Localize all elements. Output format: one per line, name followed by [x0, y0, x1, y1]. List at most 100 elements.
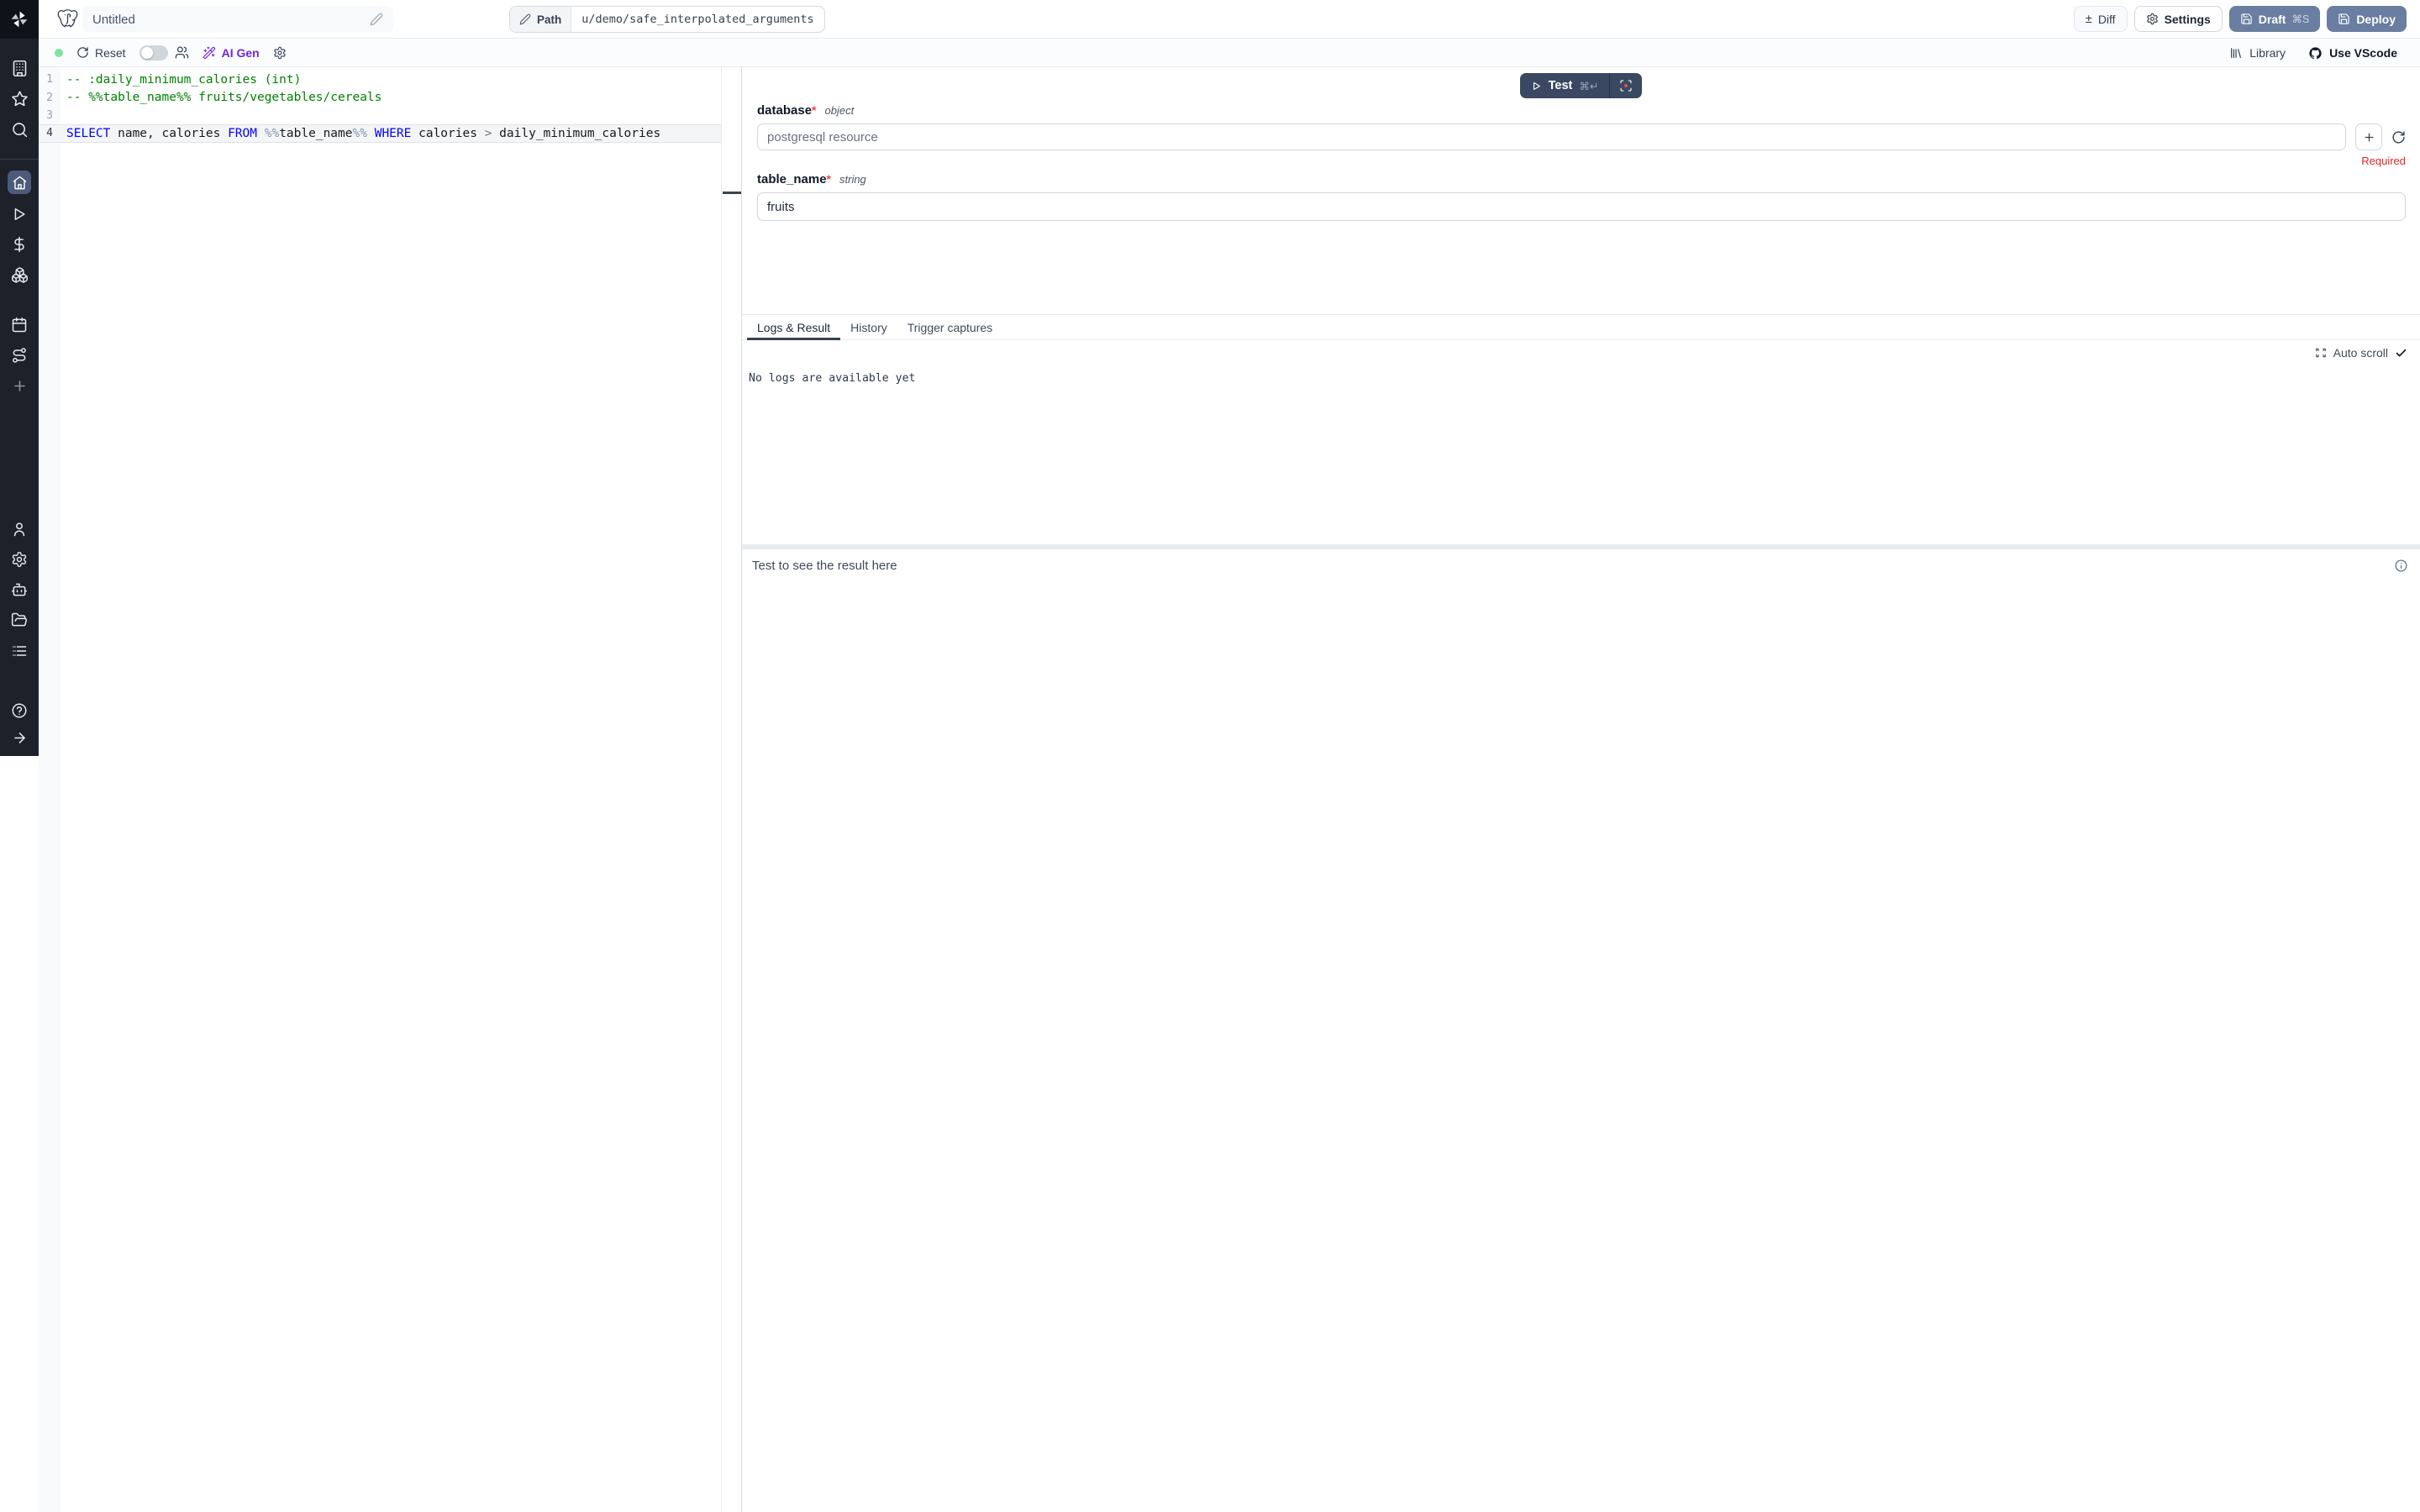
- sidebar: [0, 0, 39, 756]
- topbar: Untitled Path u/demo/safe_interpolated_a…: [39, 0, 2420, 39]
- reset-button[interactable]: Reset: [76, 46, 126, 60]
- arguments-form: database* object Required table_name* st…: [757, 103, 2406, 221]
- settings-button[interactable]: Settings: [2134, 6, 2223, 32]
- editor-overview-ruler[interactable]: [721, 67, 741, 1512]
- required-asterisk: *: [827, 172, 831, 186]
- windmill-logo[interactable]: [0, 0, 39, 39]
- line-number: 1: [39, 73, 60, 86]
- auto-scroll-label: Auto scroll: [2333, 346, 2388, 360]
- windmill-logo-icon: [9, 9, 29, 29]
- help-icon: [11, 702, 28, 719]
- expand-logs-button[interactable]: [2315, 347, 2327, 359]
- sidebar-collapse-toggle[interactable]: [0, 727, 39, 748]
- building-icon: [11, 60, 29, 77]
- refresh-icon: [76, 46, 89, 59]
- result-placeholder-text: Test to see the result here: [752, 559, 897, 573]
- library-icon: [2229, 46, 2243, 60]
- cursor-position-mark: [723, 192, 741, 194]
- path-pill[interactable]: Path u/demo/safe_interpolated_arguments: [509, 6, 825, 33]
- toggle-knob: [141, 47, 153, 59]
- sidebar-item-routes[interactable]: [0, 345, 39, 365]
- play-icon: [1531, 81, 1542, 92]
- line-number: 3: [39, 109, 60, 122]
- sidebar-item-settings[interactable]: [0, 549, 39, 570]
- collab-toggle[interactable]: [139, 45, 168, 60]
- save-icon: [2338, 13, 2350, 25]
- code-line[interactable]: 3: [39, 107, 721, 124]
- tab-history[interactable]: History: [840, 315, 897, 339]
- sidebar-item-variables[interactable]: [0, 234, 39, 255]
- database-input[interactable]: [757, 123, 2346, 150]
- library-button[interactable]: Library: [2229, 46, 2286, 60]
- code-line[interactable]: 4SELECT name, calories FROM %%table_name…: [39, 124, 721, 142]
- add-resource-button[interactable]: [2355, 123, 2382, 150]
- required-asterisk: *: [812, 103, 816, 117]
- arrow-right-icon: [12, 730, 28, 746]
- sidebar-item-audit-logs[interactable]: [0, 641, 39, 661]
- sidebar-item-workspace[interactable]: [0, 58, 39, 78]
- code-text: SELECT name, calories FROM %%table_name%…: [60, 127, 660, 140]
- draft-shortcut: ⌘S: [2291, 13, 2309, 25]
- sidebar-item-help[interactable]: [0, 701, 39, 721]
- capture-test-button[interactable]: [1610, 73, 1642, 98]
- script-name: Untitled: [92, 13, 370, 27]
- ai-gen-button[interactable]: AI Gen: [203, 46, 260, 60]
- use-vscode-label: Use VScode: [2329, 46, 2397, 60]
- sidebar-item-home[interactable]: [8, 171, 31, 194]
- multiplayer-button[interactable]: [175, 45, 189, 60]
- capture-icon: [1619, 79, 1633, 92]
- sidebar-item-folders[interactable]: [0, 610, 39, 630]
- field-database-type: object: [825, 104, 855, 117]
- expand-icon: [2315, 347, 2327, 359]
- test-button-group: Test ⌘↵: [1520, 73, 1643, 98]
- postgresql-elephant-icon: [56, 8, 79, 30]
- auto-scroll-checkbox[interactable]: [2395, 347, 2407, 360]
- sidebar-item-runs[interactable]: [0, 204, 39, 224]
- sidebar-item-resources[interactable]: [0, 265, 39, 285]
- refresh-icon: [2391, 130, 2406, 144]
- code-text: -- %%table_name%% fruits/vegetables/cere…: [60, 91, 381, 104]
- refresh-resources-button[interactable]: [2391, 130, 2406, 144]
- logs-empty-text: No logs are available yet: [749, 372, 916, 385]
- sidebar-item-favorites[interactable]: [0, 88, 39, 108]
- wand-icon: [203, 46, 216, 60]
- path-value: u/demo/safe_interpolated_arguments: [571, 7, 823, 32]
- sidebar-item-schedules[interactable]: [0, 315, 39, 335]
- info-icon: [2394, 559, 2408, 573]
- plus-icon: [12, 378, 28, 394]
- tab-logs-result[interactable]: Logs & Result: [747, 315, 840, 339]
- diff-button[interactable]: ± Diff: [2074, 6, 2128, 32]
- check-icon: [2395, 347, 2407, 360]
- deploy-button[interactable]: Deploy: [2327, 6, 2407, 32]
- list-icon: [11, 643, 28, 659]
- sidebar-item-workers[interactable]: [0, 580, 39, 600]
- code-line[interactable]: 1-- :daily_minimum_calories (int): [39, 71, 721, 88]
- folder-open-icon: [11, 612, 28, 628]
- code-lines[interactable]: 1-- :daily_minimum_calories (int)2-- %%t…: [39, 71, 721, 143]
- pencil-icon[interactable]: [370, 13, 383, 26]
- diff-icon: ±: [2086, 13, 2092, 25]
- panel-splitter[interactable]: [742, 544, 2420, 549]
- field-database-label: database: [757, 103, 812, 118]
- users-icon: [175, 45, 189, 60]
- plus-icon: [2363, 131, 2375, 144]
- sidebar-item-search[interactable]: [0, 119, 39, 139]
- test-button[interactable]: Test ⌘↵: [1520, 73, 1610, 98]
- table-name-input[interactable]: [757, 192, 2406, 221]
- editor-toolbar: Reset AI Gen Library Use VScode: [39, 39, 2420, 67]
- sidebar-item-users[interactable]: [0, 519, 39, 539]
- draft-button[interactable]: Draft ⌘S: [2229, 6, 2321, 32]
- script-name-input[interactable]: Untitled: [82, 6, 393, 33]
- use-vscode-button[interactable]: Use VScode: [2308, 46, 2397, 60]
- code-editor[interactable]: 1-- :daily_minimum_calories (int)2-- %%t…: [39, 67, 741, 1512]
- home-icon: [12, 175, 28, 191]
- library-label: Library: [2249, 46, 2286, 60]
- info-icon[interactable]: [2394, 559, 2408, 573]
- play-icon: [11, 206, 28, 223]
- code-line[interactable]: 2-- %%table_name%% fruits/vegetables/cer…: [39, 88, 721, 106]
- route-icon: [11, 347, 28, 364]
- calendar-icon: [11, 317, 28, 333]
- editor-settings-button[interactable]: [273, 46, 287, 60]
- tab-trigger-captures[interactable]: Trigger captures: [897, 315, 1002, 339]
- sidebar-item-add[interactable]: [0, 375, 39, 396]
